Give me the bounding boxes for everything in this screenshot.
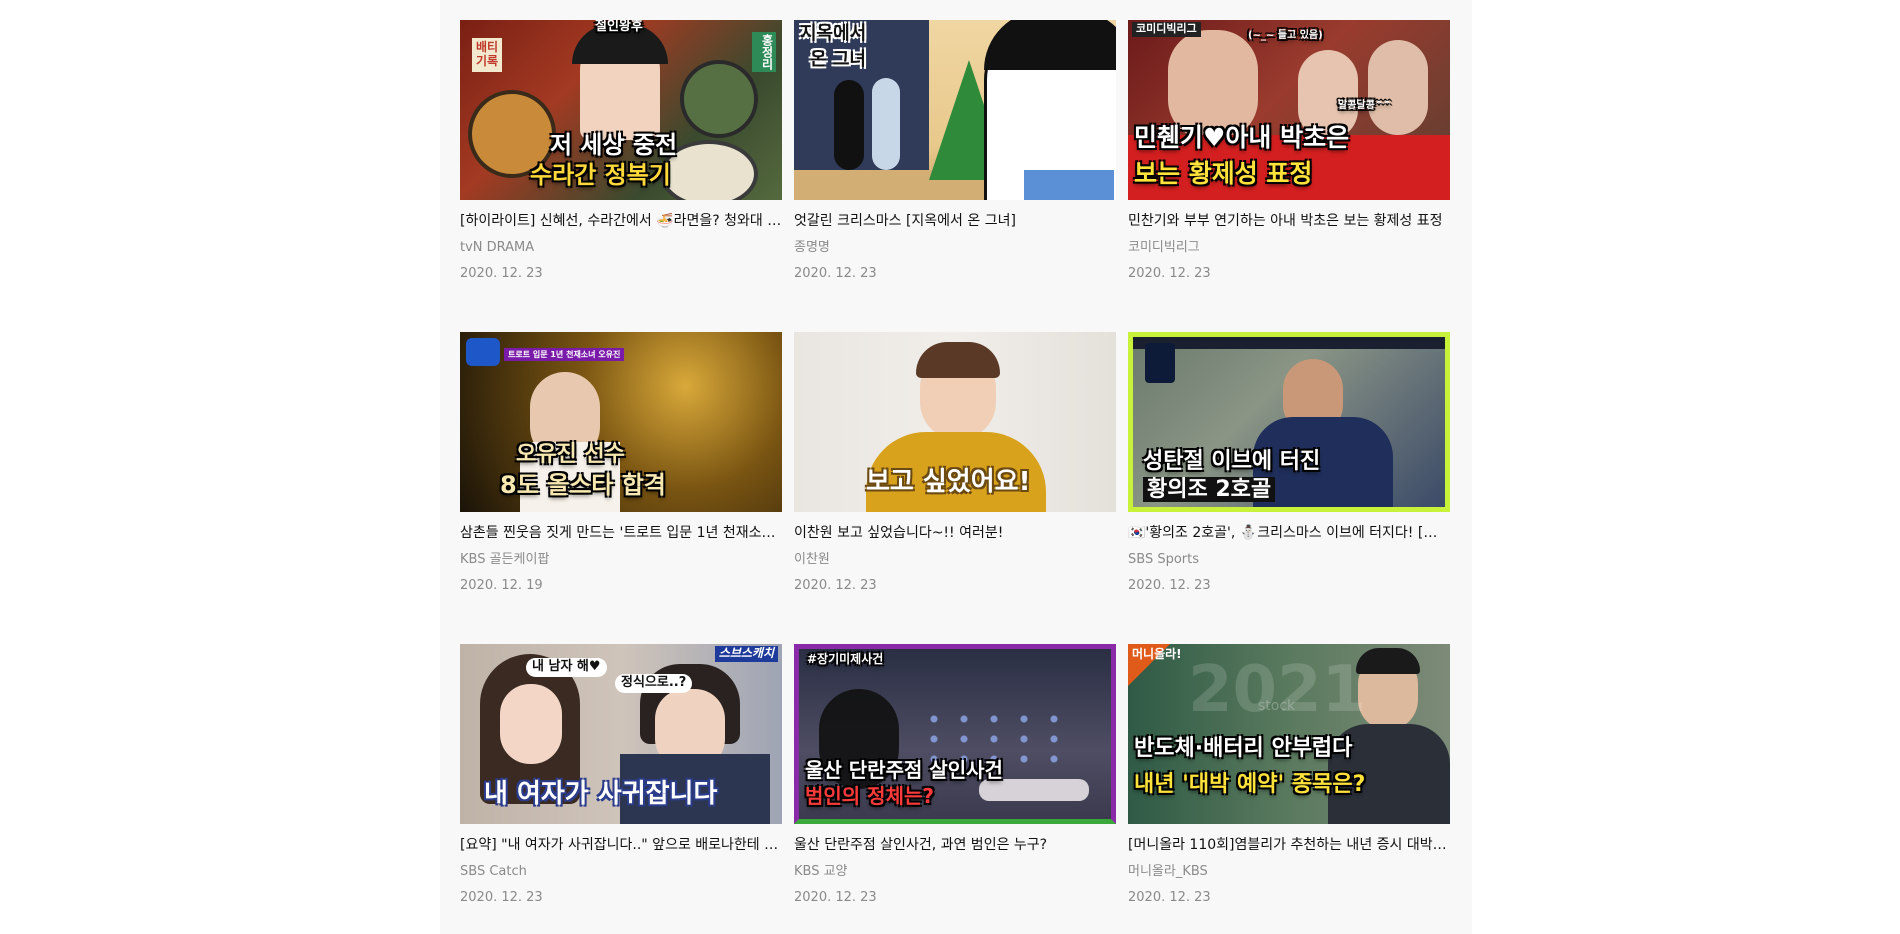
thumb-bg-word: stock [1258, 698, 1296, 714]
video-thumbnail[interactable]: 스브스캐치 내 남자 해♥ 정식으로..? 내 여자가 사귀잡니다 [460, 644, 782, 824]
video-title[interactable]: [요약] "내 여자가 사귀잡니다.." 앞으로 배로나한테 경쟁자 생김 [460, 836, 782, 854]
video-channel[interactable]: KBS 골든케이팝 [460, 551, 782, 568]
video-card[interactable]: 보고 싶었어요! 이찬원 보고 싶었습니다~!! 여러분! 이찬원 2020. … [794, 332, 1116, 604]
video-title[interactable]: 이찬원 보고 싶었습니다~!! 여러분! [794, 524, 1116, 542]
video-title[interactable]: 엇갈린 크리스마스 [지옥에서 온 그녀] [794, 212, 1116, 230]
thumb-tag: #장기미제사건 [807, 652, 884, 666]
thumb-tag: 트로트 입문 1년 천재소녀 오유진 [504, 348, 625, 362]
video-list-panel: 철인왕후 홍정리 배티 기록 저 세상 중전 수라간 정복기 [하이라이트] 신… [440, 0, 1472, 934]
video-title[interactable]: 울산 단란주점 살인사건, 과연 범인은 누구? [794, 836, 1116, 854]
thumb-caption-2: 범인의 정체는? [805, 784, 934, 808]
thumb-caption-2: 내년 '대박 예약' 종목은? [1134, 772, 1366, 797]
thumb-logo: 코미디빅리그 [1132, 22, 1201, 37]
video-title[interactable]: [하이라이트] 신혜선, 수라간에서 🍜라면을? 청와대 요리사 장봉환 빙의한… [460, 212, 782, 230]
video-date: 2020. 12. 23 [460, 890, 543, 905]
thumb-caption-1: 울산 단란주점 살인사건 [805, 758, 1003, 782]
video-date: 2020. 12. 23 [1128, 578, 1211, 593]
thumb-bubble-2: 정식으로..? [615, 674, 693, 693]
thumb-caption-2: 보는 황제성 표정 [1134, 159, 1313, 188]
thumb-logo: 머니올라! [1132, 647, 1182, 661]
thumb-caption-1: 내 여자가 사귀잡니다 [484, 779, 718, 809]
video-thumbnail[interactable]: 지옥에서 온 그녀 [794, 20, 1116, 200]
thumb-corner-label: 스브스캐치 [714, 646, 778, 662]
thumb-corner-label: 홍정리 [752, 32, 776, 72]
video-thumbnail[interactable]: 머니올라! 2021 stock 반도체·배터리 안부럽다 내년 '대박 예약'… [1128, 644, 1450, 824]
thumb-bubble-1: 내 남자 해♥ [526, 658, 607, 677]
video-card[interactable]: 코미디빅리그 (~_~ 들고 있음) 알콩달콩^^ 민췐기♥아내 박초은 보는 … [1128, 20, 1450, 292]
video-card[interactable]: 스브스캐치 내 남자 해♥ 정식으로..? 내 여자가 사귀잡니다 [요약] "… [460, 644, 782, 916]
video-title[interactable]: 민찬기와 부부 연기하는 아내 박초은 보는 황제성 표정 [1128, 212, 1450, 230]
thumb-caption-1: 민췐기♥아내 박초은 [1134, 123, 1350, 152]
video-card[interactable]: 머니올라! 2021 stock 반도체·배터리 안부럽다 내년 '대박 예약'… [1128, 644, 1450, 916]
video-card[interactable]: 지옥에서 온 그녀 엇갈린 크리스마스 [지옥에서 온 그녀] 종명명 2020… [794, 20, 1116, 292]
video-channel[interactable]: SBS Sports [1128, 551, 1450, 568]
video-title[interactable]: 삼촌들 찐웃음 짓게 만드는 '트로트 입문 1년 천재소녀' 오유진 [460, 524, 782, 542]
video-channel[interactable]: KBS 교양 [794, 863, 1116, 880]
video-card[interactable]: #장기미제사건 울산 단란주점 살인사건 범인의 정체는? 울산 단란주점 살인… [794, 644, 1116, 916]
video-card[interactable]: 철인왕후 홍정리 배티 기록 저 세상 중전 수라간 정복기 [하이라이트] 신… [460, 20, 782, 292]
thumb-bg-number: 2021 [1188, 653, 1367, 727]
video-thumbnail[interactable]: 성탄절 이브에 터진 황의조 2호골 [1128, 332, 1450, 512]
video-title[interactable]: [머니올라 110회]염블리가 추천하는 내년 증시 대박 예약 종목은? [1128, 836, 1450, 854]
video-thumbnail[interactable]: 철인왕후 홍정리 배티 기록 저 세상 중전 수라간 정복기 [460, 20, 782, 200]
thumb-top-label: 철인왕후 [595, 20, 643, 34]
video-thumbnail[interactable]: 코미디빅리그 (~_~ 들고 있음) 알콩달콩^^ 민췐기♥아내 박초은 보는 … [1128, 20, 1450, 200]
video-grid: 철인왕후 홍정리 배티 기록 저 세상 중전 수라간 정복기 [하이라이트] 신… [460, 20, 1450, 916]
video-date: 2020. 12. 23 [460, 266, 543, 281]
thumb-badge: 배티 기록 [472, 38, 503, 72]
thumb-caption-2: 황의조 2호골 [1143, 477, 1276, 503]
video-channel[interactable]: 이찬원 [794, 551, 1116, 568]
video-channel[interactable]: tvN DRAMA [460, 239, 782, 256]
thumb-caption-2: 수라간 정복기 [530, 161, 671, 189]
thumb-caption-1: 지옥에서 [800, 23, 867, 44]
video-date: 2020. 12. 19 [460, 578, 543, 593]
thumb-note-2: 알콩달콩^^ [1338, 100, 1392, 111]
video-card[interactable]: 성탄절 이브에 터진 황의조 2호골 🇰🇷'황의조 2호골', ⛄크리스마스 이… [1128, 332, 1450, 604]
thumb-note: (~_~ 들고 있음) [1248, 30, 1323, 41]
thumb-caption-2: 온 그녀 [810, 49, 866, 70]
thumb-caption-1: 오유진 선수 [516, 442, 625, 467]
thumb-caption-1: 반도체·배터리 안부럽다 [1134, 736, 1353, 761]
video-thumbnail[interactable]: #장기미제사건 울산 단란주점 살인사건 범인의 정체는? [794, 644, 1116, 824]
video-channel[interactable]: 종명명 [794, 239, 1116, 256]
video-date: 2020. 12. 23 [1128, 890, 1211, 905]
thumb-caption-2: 8도 올스타 합격 [500, 471, 666, 499]
video-card[interactable]: 트로트 입문 1년 천재소녀 오유진 오유진 선수 8도 올스타 합격 삼촌들 … [460, 332, 782, 604]
video-channel[interactable]: 코미디빅리그 [1128, 239, 1450, 256]
video-channel[interactable]: SBS Catch [460, 863, 782, 880]
thumb-caption-1: 보고 싶었어요! [866, 467, 1031, 497]
video-thumbnail[interactable]: 보고 싶었어요! [794, 332, 1116, 512]
video-title[interactable]: 🇰🇷'황의조 2호골', ⛄크리스마스 이브에 터지다! [리그앙] [1128, 524, 1450, 542]
video-date: 2020. 12. 23 [794, 578, 877, 593]
video-thumbnail[interactable]: 트로트 입문 1년 천재소녀 오유진 오유진 선수 8도 올스타 합격 [460, 332, 782, 512]
video-channel[interactable]: 머니올라_KBS [1128, 863, 1450, 880]
thumb-caption-1: 저 세상 중전 [550, 131, 678, 159]
video-date: 2020. 12. 23 [794, 890, 877, 905]
thumb-caption-1: 성탄절 이브에 터진 [1143, 449, 1321, 474]
video-date: 2020. 12. 23 [1128, 266, 1211, 281]
video-date: 2020. 12. 23 [794, 266, 877, 281]
